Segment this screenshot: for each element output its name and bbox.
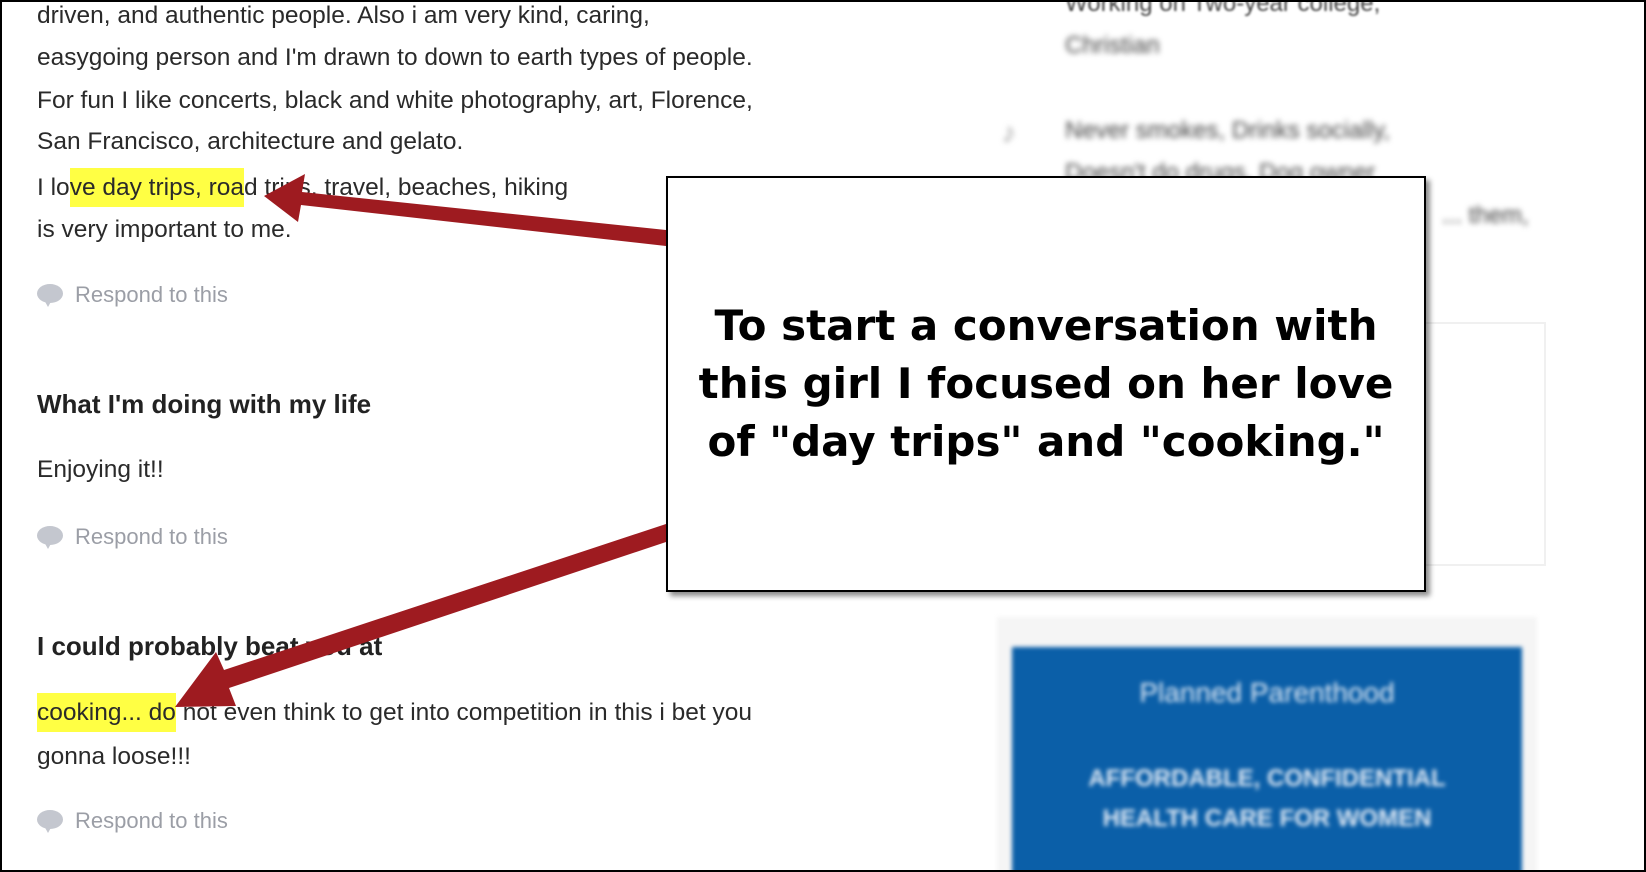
- arrow-to-cooking: [175, 524, 666, 707]
- annotation-callout: To start a conversation with this girl I…: [666, 176, 1426, 592]
- arrow-to-day-trips: [264, 174, 666, 246]
- screenshot-frame: driven, and authentic people. Also i am …: [0, 0, 1646, 872]
- callout-text: To start a conversation with this girl I…: [698, 301, 1394, 466]
